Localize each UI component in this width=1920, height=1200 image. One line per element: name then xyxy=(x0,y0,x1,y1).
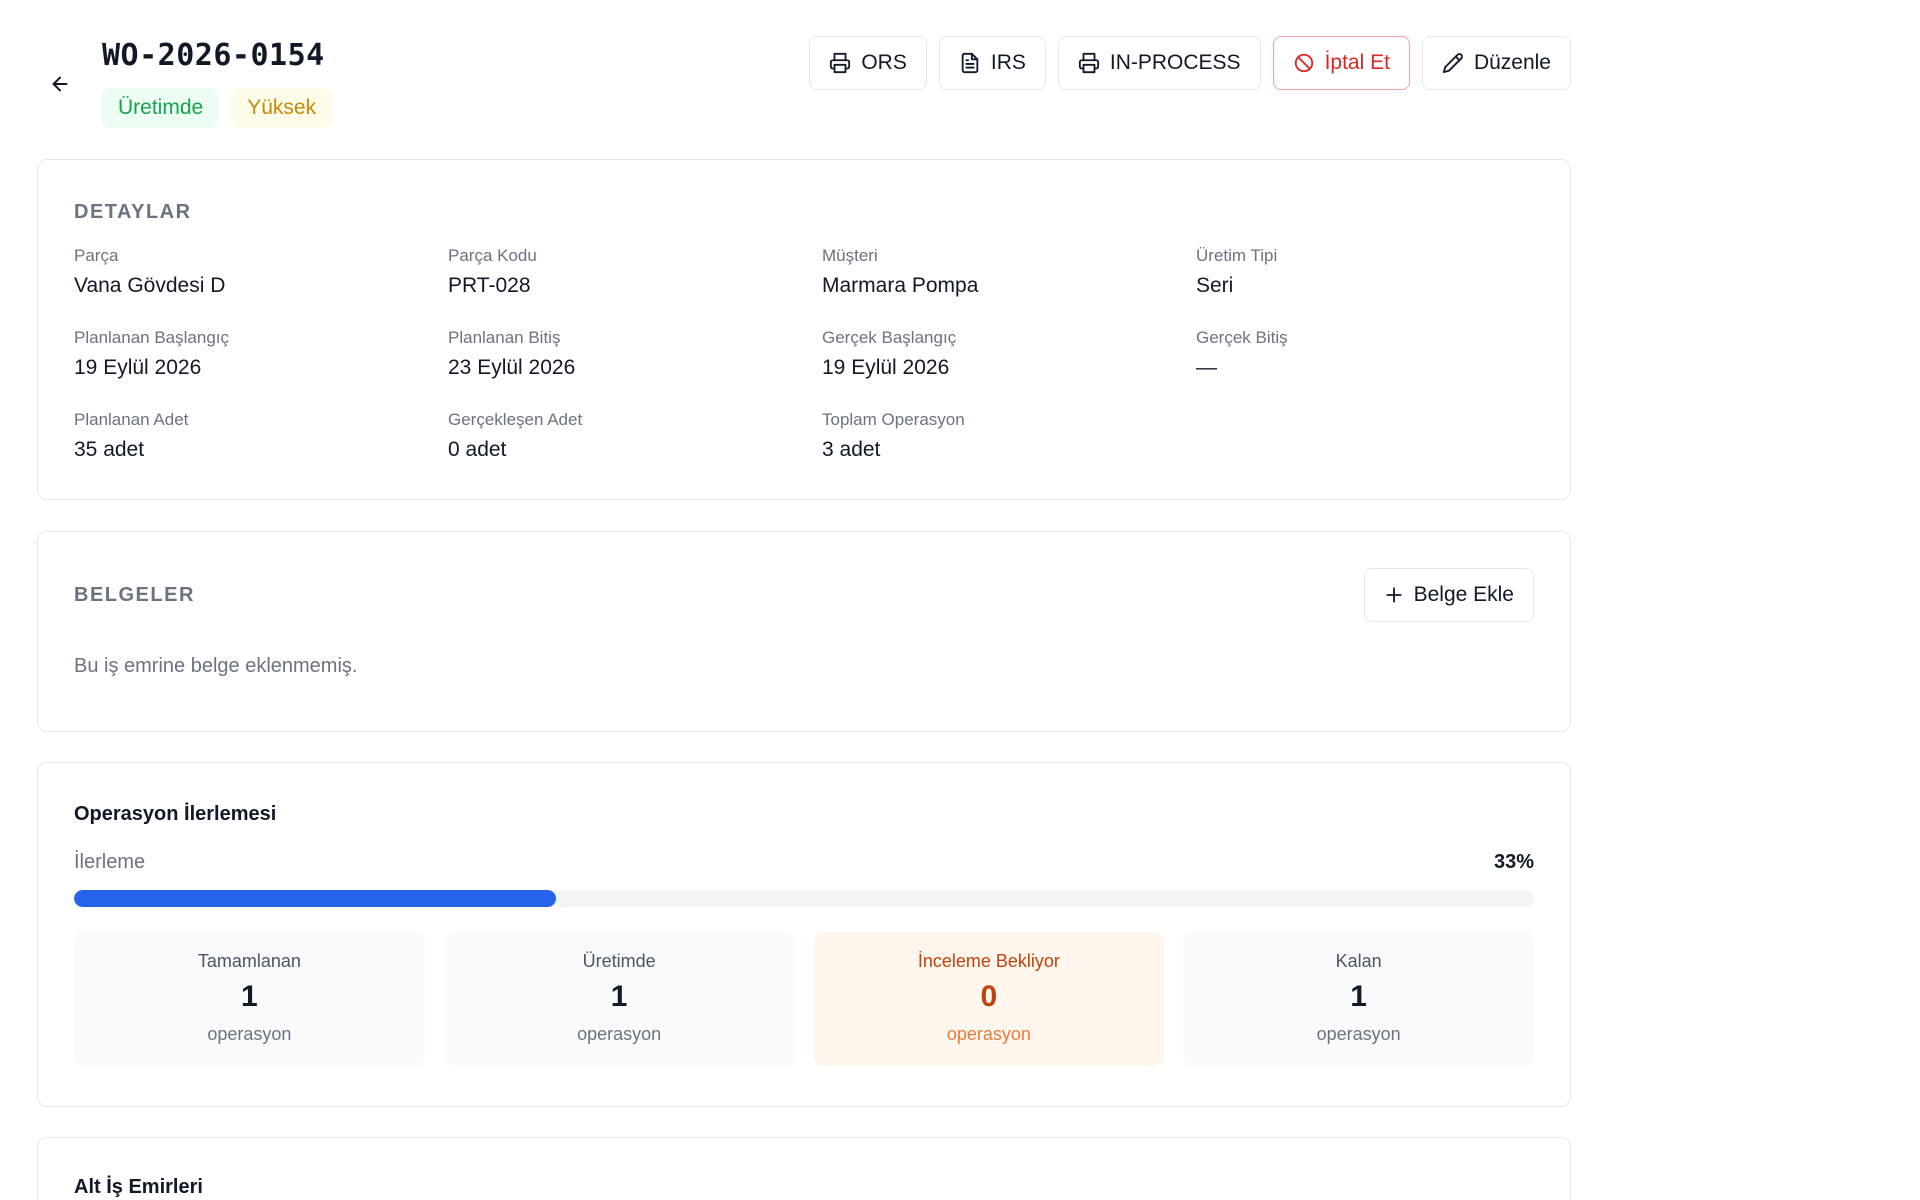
header-actions: ORS IRS IN-PROCESS İptal Et Düzenle xyxy=(809,36,1571,90)
detail-field: Planlanan Adet 35 adet xyxy=(74,410,448,466)
documents-heading: BELGELER xyxy=(74,584,195,606)
detail-value: 0 adet xyxy=(448,438,507,461)
priority-badge: Yüksek xyxy=(231,88,333,128)
progress-percent: 33% xyxy=(1493,851,1534,873)
page-title: WO-2026-0154 xyxy=(102,38,325,73)
stat-label: Üretimde xyxy=(582,951,656,971)
cancel-order-label: İptal Et xyxy=(1324,51,1390,74)
stat-remaining: Kalan 1 operasyon xyxy=(1183,932,1534,1066)
detail-label: Üretim Tipi xyxy=(1196,246,1278,265)
detail-value: 19 Eylül 2026 xyxy=(74,356,202,379)
progress-bar-fill xyxy=(74,890,556,907)
add-document-label: Belge Ekle xyxy=(1413,583,1514,606)
detail-value: — xyxy=(1196,356,1217,379)
detail-field: Parça Kodu PRT-028 xyxy=(448,246,822,302)
detail-field: Gerçek Başlangıç 19 Eylül 2026 xyxy=(822,328,1196,384)
detail-label: Gerçekleşen Adet xyxy=(448,410,583,429)
detail-field: Üretim Tipi Seri xyxy=(1196,246,1570,302)
detail-value: PRT-028 xyxy=(448,274,531,297)
stat-value: 1 xyxy=(610,980,628,1013)
details-heading: DETAYLAR xyxy=(74,201,192,223)
detail-value: 23 Eylül 2026 xyxy=(448,356,576,379)
documents-empty-message: Bu iş emrine belge eklenmemiş. xyxy=(74,655,358,677)
detail-value: 19 Eylül 2026 xyxy=(822,356,950,379)
detail-label: Planlanan Başlangıç xyxy=(74,328,230,347)
detail-field: Planlanan Bitiş 23 Eylül 2026 xyxy=(448,328,822,384)
stat-in-production: Üretimde 1 operasyon xyxy=(443,932,795,1066)
arrow-left-icon xyxy=(52,76,68,92)
stat-value: 1 xyxy=(1350,980,1367,1013)
badge-group: Üretimde Yüksek xyxy=(102,88,333,128)
stat-value: 0 xyxy=(980,980,998,1013)
stat-label: Tamamlanan xyxy=(197,951,301,971)
back-button[interactable] xyxy=(46,70,74,98)
detail-label: Toplam Operasyon xyxy=(822,410,965,429)
progress-title: Operasyon İlerlemesi xyxy=(74,803,277,825)
detail-label: Gerçek Bitiş xyxy=(1196,328,1288,347)
stat-awaiting-review: İnceleme Bekliyor 0 operasyon xyxy=(813,932,1165,1066)
print-ors-label: ORS xyxy=(861,51,907,74)
ban-icon xyxy=(1294,53,1313,73)
status-badge: Üretimde xyxy=(102,88,220,128)
detail-label: Parça Kodu xyxy=(448,246,537,265)
pencil-icon xyxy=(1442,53,1463,74)
detail-label: Parça xyxy=(74,246,119,265)
edit-label: Düzenle xyxy=(1473,51,1551,74)
progress-label: İlerleme xyxy=(74,851,146,873)
stat-label: Kalan xyxy=(1335,951,1382,971)
detail-field: Gerçek Bitiş — xyxy=(1196,328,1570,384)
detail-label: Müşteri xyxy=(822,246,878,265)
detail-field: Parça Vana Gövdesi D xyxy=(74,246,448,302)
plus-icon xyxy=(1386,587,1402,603)
detail-label: Gerçek Başlangıç xyxy=(822,328,957,347)
sub-orders-title: Alt İş Emirleri xyxy=(74,1176,203,1198)
print-in-process-label: IN-PROCESS xyxy=(1109,51,1241,74)
stat-unit: operasyon xyxy=(577,1024,662,1044)
progress-card: Operasyon İlerlemesi İlerleme 33% Tamaml… xyxy=(37,762,1571,1107)
detail-value: 35 adet xyxy=(74,438,145,461)
details-grid: Parça Vana Gövdesi D Parça Kodu PRT-028 Mü… xyxy=(74,246,1570,466)
detail-field: Toplam Operasyon 3 adet xyxy=(822,410,1196,466)
progress-bar xyxy=(74,890,1534,907)
print-ors-button[interactable]: ORS xyxy=(809,36,927,90)
printer-icon xyxy=(830,52,851,74)
stat-value: 1 xyxy=(241,980,258,1013)
operation-stats: Tamamlanan 1 operasyon Üretimde 1 operas… xyxy=(74,932,1534,1066)
print-in-process-button[interactable]: IN-PROCESS xyxy=(1057,36,1261,90)
detail-label: Planlanan Bitiş xyxy=(448,328,561,347)
detail-field: Müşteri Marmara Pompa xyxy=(822,246,1196,302)
detail-field: Gerçekleşen Adet 0 adet xyxy=(448,410,822,466)
add-document-button[interactable]: Belge Ekle xyxy=(1363,568,1534,622)
detail-value: Seri xyxy=(1196,274,1234,297)
detail-value: Vana Gövdesi D xyxy=(74,274,226,297)
detail-field: Planlanan Başlangıç 19 Eylül 2026 xyxy=(74,328,448,384)
detail-value: Marmara Pompa xyxy=(822,274,979,297)
stat-unit: operasyon xyxy=(946,1024,1031,1044)
irs-button[interactable]: IRS xyxy=(938,36,1046,90)
detail-value: 3 adet xyxy=(822,438,881,461)
details-card: DETAYLAR Parça Vana Gövdesi D Parça Kodu P… xyxy=(37,159,1571,500)
file-text-icon xyxy=(961,52,979,74)
stat-unit: operasyon xyxy=(1316,1024,1401,1044)
cancel-order-button[interactable]: İptal Et xyxy=(1272,36,1410,90)
sub-orders-card: Alt İş Emirleri xyxy=(37,1137,1571,1200)
edit-button[interactable]: Düzenle xyxy=(1421,36,1571,90)
stat-label: İnceleme Bekliyor xyxy=(917,951,1060,971)
documents-card: BELGELER Belge Ekle Bu iş emrine belge e… xyxy=(37,531,1571,732)
stat-unit: operasyon xyxy=(207,1024,292,1044)
stat-completed: Tamamlanan 1 operasyon xyxy=(74,932,425,1066)
irs-label: IRS xyxy=(990,51,1026,74)
printer-icon xyxy=(1078,52,1099,74)
detail-label: Planlanan Adet xyxy=(74,410,189,429)
